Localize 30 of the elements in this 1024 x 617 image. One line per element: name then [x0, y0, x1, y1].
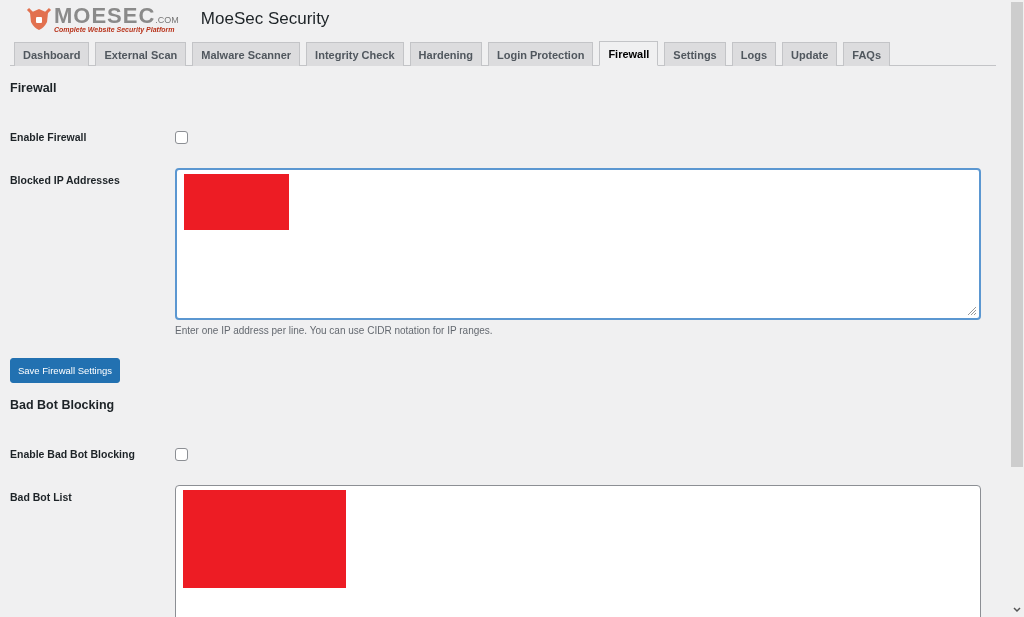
page-title: MoeSec Security [200, 9, 330, 29]
field-description: Enter one IP address per line. You can use CIDR notation for IP ranges. [175, 325, 494, 336]
field-label: Enable Bad Bot Blocking [10, 447, 136, 461]
logo-wordmark: MOESEC [54, 5, 156, 26]
nav-tab[interactable]: Dashboard [14, 42, 90, 66]
nav-tab[interactable]: Malware Scanner [192, 42, 301, 66]
nav-tab[interactable]: Logs [731, 42, 777, 66]
logo-suffix: .COM [155, 14, 179, 25]
nav-tab[interactable]: External Scan [95, 42, 187, 66]
text-area[interactable] [175, 168, 981, 320]
field-label: Bad Bot List [10, 490, 73, 505]
field-label: Blocked IP Addresses [10, 173, 121, 188]
checkbox[interactable] [175, 131, 188, 144]
section-heading: Firewall [10, 81, 58, 95]
resize-grip-icon[interactable] [967, 306, 977, 316]
nav-tab[interactable]: Update [782, 42, 838, 66]
nav-tab[interactable]: Hardening [409, 42, 482, 66]
nav-tab[interactable]: FAQs [843, 42, 891, 66]
checkbox[interactable] [175, 448, 188, 461]
scrollbar-thumb[interactable] [1011, 2, 1023, 467]
scroll-down-icon[interactable] [1013, 607, 1021, 613]
save-button[interactable]: Save Firewall Settings [10, 358, 120, 383]
nav-tab[interactable]: Login Protection [488, 42, 594, 66]
section-heading: Bad Bot Blocking [10, 398, 116, 412]
nav-tab[interactable]: Settings [664, 42, 726, 66]
field-label: Enable Firewall [10, 130, 88, 144]
nav-tab[interactable]: Firewall [599, 41, 659, 66]
nav-tab[interactable]: Integrity Check [306, 42, 404, 66]
shield-logo-icon [26, 7, 52, 31]
text-area[interactable] [175, 485, 981, 617]
